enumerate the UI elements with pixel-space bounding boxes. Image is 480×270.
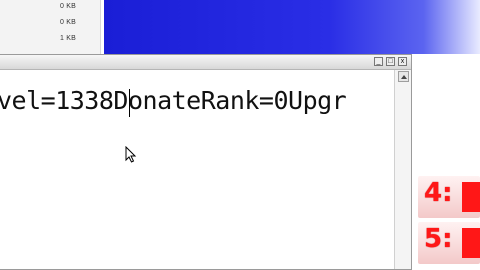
file-size: 0 KB xyxy=(60,3,76,10)
minimize-button[interactable]: _ xyxy=(374,57,383,66)
vertical-scrollbar[interactable] xyxy=(394,70,411,269)
rank-row: 4: xyxy=(418,176,480,218)
maximize-button[interactable]: □ xyxy=(386,57,395,66)
background-file-list: 0 KB 0 KB 1 KB xyxy=(0,0,101,54)
mouse-pointer-icon xyxy=(125,146,137,163)
rank-bar xyxy=(462,182,480,212)
rank-number: 4: xyxy=(424,178,453,208)
file-size: 1 KB xyxy=(60,35,76,42)
scroll-up-button[interactable] xyxy=(398,71,409,82)
text-editor-window: _ □ x vel=1338DonateRank=0Upgr xyxy=(0,54,412,270)
rank-number: 5: xyxy=(424,224,453,254)
file-size: 0 KB xyxy=(60,19,76,26)
close-button[interactable]: x xyxy=(398,57,407,66)
text-line: vel=1338DonateRank=0Upgr xyxy=(0,86,347,115)
title-bar[interactable]: _ □ x xyxy=(0,55,411,70)
text-caret xyxy=(129,89,130,117)
background-blue-panel xyxy=(104,0,480,54)
rank-bar xyxy=(462,228,480,258)
text-area[interactable]: vel=1338DonateRank=0Upgr xyxy=(0,70,395,269)
arrow-up-icon xyxy=(401,75,407,79)
rank-row: 5: xyxy=(418,222,480,264)
